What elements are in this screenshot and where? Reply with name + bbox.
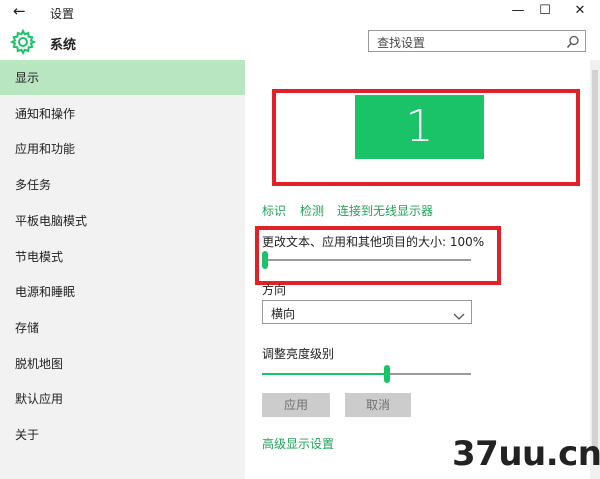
watermark-logo: 37uu.cn: [452, 434, 600, 474]
sidebar-item-label: 通知和操作: [15, 106, 76, 121]
orientation-label: 方向: [262, 283, 287, 297]
brightness-label: 调整亮度级别: [262, 347, 335, 361]
maximize-button[interactable]: ☐: [535, 3, 555, 18]
sidebar-item-tablet-mode[interactable]: 平板电脑模式: [0, 203, 245, 238]
orientation-value: 横向: [271, 307, 296, 321]
sidebar-item-display[interactable]: 显示: [0, 60, 245, 95]
sidebar-item-battery-saver[interactable]: 节电模式: [0, 239, 245, 274]
close-button[interactable]: ✕: [570, 3, 590, 18]
minimize-button[interactable]: —: [508, 3, 528, 18]
page-header: 系统 查找设置: [0, 26, 600, 60]
title-bar: ← 设置 — ☐ ✕: [0, 0, 600, 26]
sidebar-item-label: 节电模式: [15, 249, 64, 264]
scale-slider-thumb[interactable]: [262, 251, 268, 269]
search-icon[interactable]: [566, 34, 580, 53]
sidebar-item-label: 多任务: [15, 178, 52, 193]
sidebar-item-label: 关于: [15, 428, 40, 442]
monitor-tile[interactable]: 1: [355, 95, 484, 159]
sidebar: 显示 通知和操作 应用和功能 多任务 平板电脑模式 节电模式 电源和睡眠 存储 …: [0, 60, 245, 479]
scale-label: 更改文本、应用和其他项目的大小: 100%: [262, 235, 485, 249]
sidebar-item-power-sleep[interactable]: 电源和睡眠: [0, 274, 245, 309]
sidebar-item-label: 电源和睡眠: [15, 285, 76, 300]
scrollbar-thumb[interactable]: [592, 70, 598, 450]
back-button[interactable]: ←: [13, 2, 26, 20]
sidebar-item-offline-maps[interactable]: 脱机地图: [0, 346, 245, 381]
advanced-display-settings-link[interactable]: 高级显示设置: [262, 435, 334, 452]
brightness-slider-fill: [262, 373, 384, 375]
page-title: 系统: [50, 38, 77, 53]
sidebar-item-apps[interactable]: 应用和功能: [0, 131, 245, 166]
sidebar-item-multitasking[interactable]: 多任务: [0, 167, 245, 202]
sidebar-item-label: 显示: [15, 71, 40, 85]
gear-icon: [9, 28, 37, 59]
search-placeholder: 查找设置: [377, 36, 426, 50]
sidebar-item-storage[interactable]: 存储: [0, 310, 245, 345]
apply-button[interactable]: 应用: [262, 393, 330, 417]
sidebar-item-label: 平板电脑模式: [15, 213, 88, 228]
scale-slider-track[interactable]: [262, 259, 471, 261]
orientation-dropdown[interactable]: 横向: [262, 300, 472, 324]
sidebar-item-notifications[interactable]: 通知和操作: [0, 96, 245, 131]
sidebar-item-about[interactable]: 关于: [0, 417, 245, 452]
search-input[interactable]: 查找设置: [368, 30, 586, 52]
window-title: 设置: [50, 7, 75, 21]
cancel-button[interactable]: 取消: [345, 393, 411, 417]
sidebar-item-label: 脱机地图: [15, 356, 64, 371]
sidebar-item-label: 默认应用: [15, 392, 64, 407]
sidebar-item-label: 应用和功能: [15, 142, 76, 157]
brightness-slider-thumb[interactable]: [383, 365, 390, 383]
detect-link[interactable]: 检测: [300, 202, 324, 219]
sidebar-item-label: 存储: [15, 320, 40, 335]
connect-wireless-display-link[interactable]: 连接到无线显示器: [337, 202, 433, 219]
chevron-down-icon: [453, 307, 465, 326]
identify-link[interactable]: 标识: [262, 202, 286, 219]
sidebar-item-default-apps[interactable]: 默认应用: [0, 381, 245, 416]
